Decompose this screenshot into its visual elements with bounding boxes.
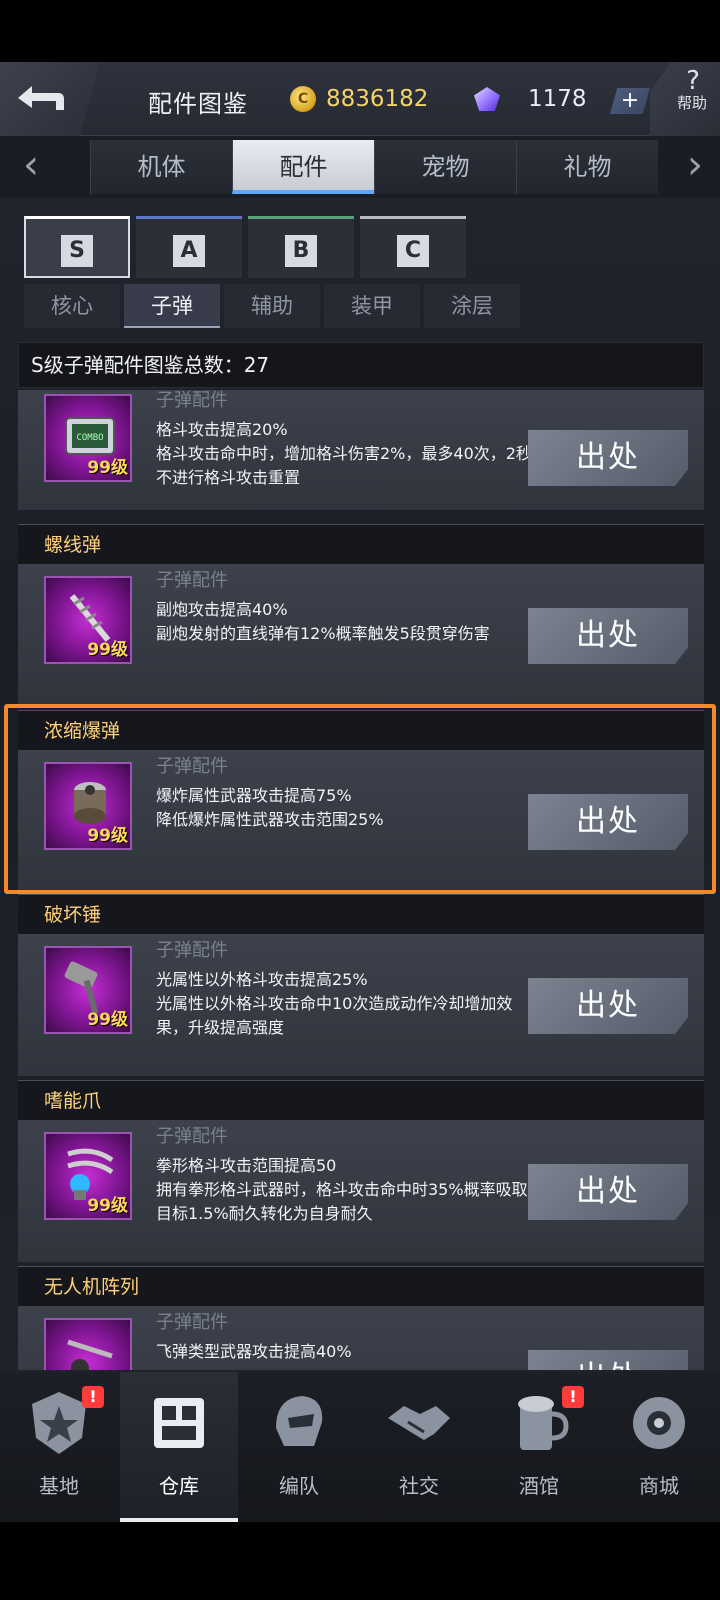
subtab-core[interactable]: 核心 xyxy=(24,284,120,328)
item-type: 子弹配件 xyxy=(156,940,228,961)
item-body: 99级 子弹配件 光属性以外格斗攻击提高25% 光属性以外格斗攻击命中10次造成… xyxy=(18,934,704,1076)
rank-s-label: S xyxy=(61,235,93,267)
item-desc: 副炮攻击提高40% 副炮发射的直线弹有12%概率触发5段贯穿伤害 xyxy=(156,600,490,643)
item-level: 99级 xyxy=(87,1196,128,1216)
tab-pets[interactable]: 宠物 xyxy=(374,140,516,194)
gem-amount: 1178 xyxy=(528,86,587,112)
tab-gifts[interactable]: 礼物 xyxy=(516,140,658,194)
item-desc: 格斗攻击提高20% 格斗攻击命中时，增加格斗伤害2%，最多40次，2秒不进行格斗… xyxy=(156,420,532,487)
gold-amount: 8836182 xyxy=(326,86,429,112)
nav-base[interactable]: 基地 ! xyxy=(0,1372,118,1522)
list-item: COMBO 99级 子弹配件 格斗攻击提高20% 格斗攻击命中时，增加格斗伤害2… xyxy=(18,390,704,510)
item-body: 子弹配件 飞弹类型武器攻击提高40% 出处 xyxy=(18,1306,704,1370)
gold-display: C 8836182 xyxy=(290,84,428,114)
drone-glyph-icon xyxy=(67,1339,113,1370)
rank-b-label: B xyxy=(285,235,317,267)
source-button[interactable]: 出处 xyxy=(528,608,688,664)
nav-label: 商城 xyxy=(639,1474,679,1498)
alert-badge-icon: ! xyxy=(562,1386,584,1408)
item-name: 破坏锤 xyxy=(18,894,704,934)
claw-icon[interactable]: 99级 xyxy=(44,1132,132,1220)
item-name: 无人机阵列 xyxy=(18,1266,704,1306)
handshake-icon xyxy=(388,1406,450,1440)
nav-label: 编队 xyxy=(279,1474,319,1498)
item-level: 99级 xyxy=(87,1010,128,1030)
source-button[interactable]: 出处 xyxy=(528,430,688,486)
tabs-left-arrow-icon[interactable]: ‹ xyxy=(6,136,56,198)
subtab-armor[interactable]: 装甲 xyxy=(324,284,420,328)
item-type: 子弹配件 xyxy=(156,570,228,591)
list-item: 无人机阵列 子弹配件 飞弹类型武器攻击提高40% 出处 xyxy=(18,1266,704,1370)
rank-tab-c[interactable]: C xyxy=(360,216,466,278)
hammer-icon[interactable]: 99级 xyxy=(44,946,132,1034)
subtab-coating[interactable]: 涂层 xyxy=(424,284,520,328)
nav-label: 社交 xyxy=(399,1474,439,1498)
selection-highlight xyxy=(4,704,716,894)
list-item: 嗜能爪 99级 子弹配件 拳形格斗攻击范围提高50 拥有拳形格斗武器时，格斗攻击… xyxy=(18,1080,704,1262)
item-body: 99级 子弹配件 拳形格斗攻击范围提高50 拥有拳形格斗武器时，格斗攻击命中时3… xyxy=(18,1120,704,1262)
help-label: 帮助 xyxy=(676,94,707,112)
tab-mech[interactable]: 机体 xyxy=(90,140,232,194)
bottom-nav: 基地 ! 仓库 编队 社交 酒馆 ! 商城 xyxy=(0,1372,720,1522)
item-desc: 拳形格斗攻击范围提高50 拥有拳形格斗武器时，格斗攻击命中时35%概率吸取目标1… xyxy=(156,1156,528,1223)
drone-icon[interactable] xyxy=(44,1318,132,1370)
tab-parts[interactable]: 配件 xyxy=(232,140,374,194)
item-desc: 光属性以外格斗攻击提高25% 光属性以外格斗攻击命中10次造成动作冷却增加效果，… xyxy=(156,970,513,1037)
nav-shop[interactable]: 商城 xyxy=(600,1372,718,1522)
top-bar: 配件图鉴 C 8836182 1178 xyxy=(0,62,720,136)
back-button[interactable] xyxy=(0,62,100,136)
item-name: 嗜能爪 xyxy=(18,1080,704,1120)
list-item: 破坏锤 99级 子弹配件 光属性以外格斗攻击提高25% 光属性以外格斗攻击命中1… xyxy=(18,894,704,1076)
nav-label: 酒馆 xyxy=(519,1474,559,1498)
item-type: 子弹配件 xyxy=(156,390,228,411)
item-level: 99级 xyxy=(87,458,128,478)
page-title: 配件图鉴 xyxy=(148,90,248,118)
svg-text:COMBO: COMBO xyxy=(76,433,103,443)
nav-label: 基地 xyxy=(39,1474,79,1498)
rank-tab-b[interactable]: B xyxy=(248,216,354,278)
item-desc: 飞弹类型武器攻击提高40% xyxy=(156,1342,352,1361)
alert-badge-icon: ! xyxy=(82,1386,104,1408)
formation-helmet-icon xyxy=(276,1396,323,1446)
rank-a-label: A xyxy=(173,235,205,267)
tabs-right-arrow-icon[interactable]: › xyxy=(670,136,720,198)
collection-count: S级子弹配件图鉴总数：27 xyxy=(18,342,704,388)
nav-formation[interactable]: 编队 xyxy=(240,1372,358,1522)
item-type: 子弹配件 xyxy=(156,1312,228,1333)
spiral-bullet-icon[interactable]: 99级 xyxy=(44,576,132,664)
gem-icon xyxy=(474,87,500,111)
warehouse-box-icon xyxy=(154,1398,204,1448)
subtab-bullet[interactable]: 子弹 xyxy=(124,284,220,328)
combo-chip-icon[interactable]: COMBO 99级 xyxy=(44,394,132,482)
nav-label: 仓库 xyxy=(159,1474,199,1498)
source-button[interactable]: 出处 xyxy=(528,1350,688,1370)
rank-tab-s[interactable]: S xyxy=(24,216,130,278)
nav-social[interactable]: 社交 xyxy=(360,1372,478,1522)
source-button[interactable]: 出处 xyxy=(528,1164,688,1220)
rank-c-label: C xyxy=(397,235,429,267)
main-tabs: ‹ 机体 配件 宠物 礼物 › xyxy=(0,136,720,198)
nav-tavern[interactable]: 酒馆 ! xyxy=(480,1372,598,1522)
coin-icon: C xyxy=(290,86,316,112)
item-type: 子弹配件 xyxy=(156,1126,228,1147)
back-arrow-icon xyxy=(18,86,64,110)
item-body: 99级 子弹配件 副炮攻击提高40% 副炮发射的直线弹有12%概率触发5段贯穿伤… xyxy=(18,564,704,706)
nav-warehouse[interactable]: 仓库 xyxy=(120,1372,238,1522)
shop-orb-icon xyxy=(633,1397,685,1449)
item-name: 螺线弹 xyxy=(18,524,704,564)
gem-display: 1178 xyxy=(474,84,587,114)
item-level: 99级 xyxy=(87,640,128,660)
subtab-assist[interactable]: 辅助 xyxy=(224,284,320,328)
list-item: 螺线弹 99级 子弹配件 副炮攻击提高40% 副炮发射的直线弹有12%概率触发5… xyxy=(18,524,704,706)
item-body: COMBO 99级 子弹配件 格斗攻击提高20% 格斗攻击命中时，增加格斗伤害2… xyxy=(18,390,704,510)
source-button[interactable]: 出处 xyxy=(528,978,688,1034)
rank-tab-a[interactable]: A xyxy=(136,216,242,278)
